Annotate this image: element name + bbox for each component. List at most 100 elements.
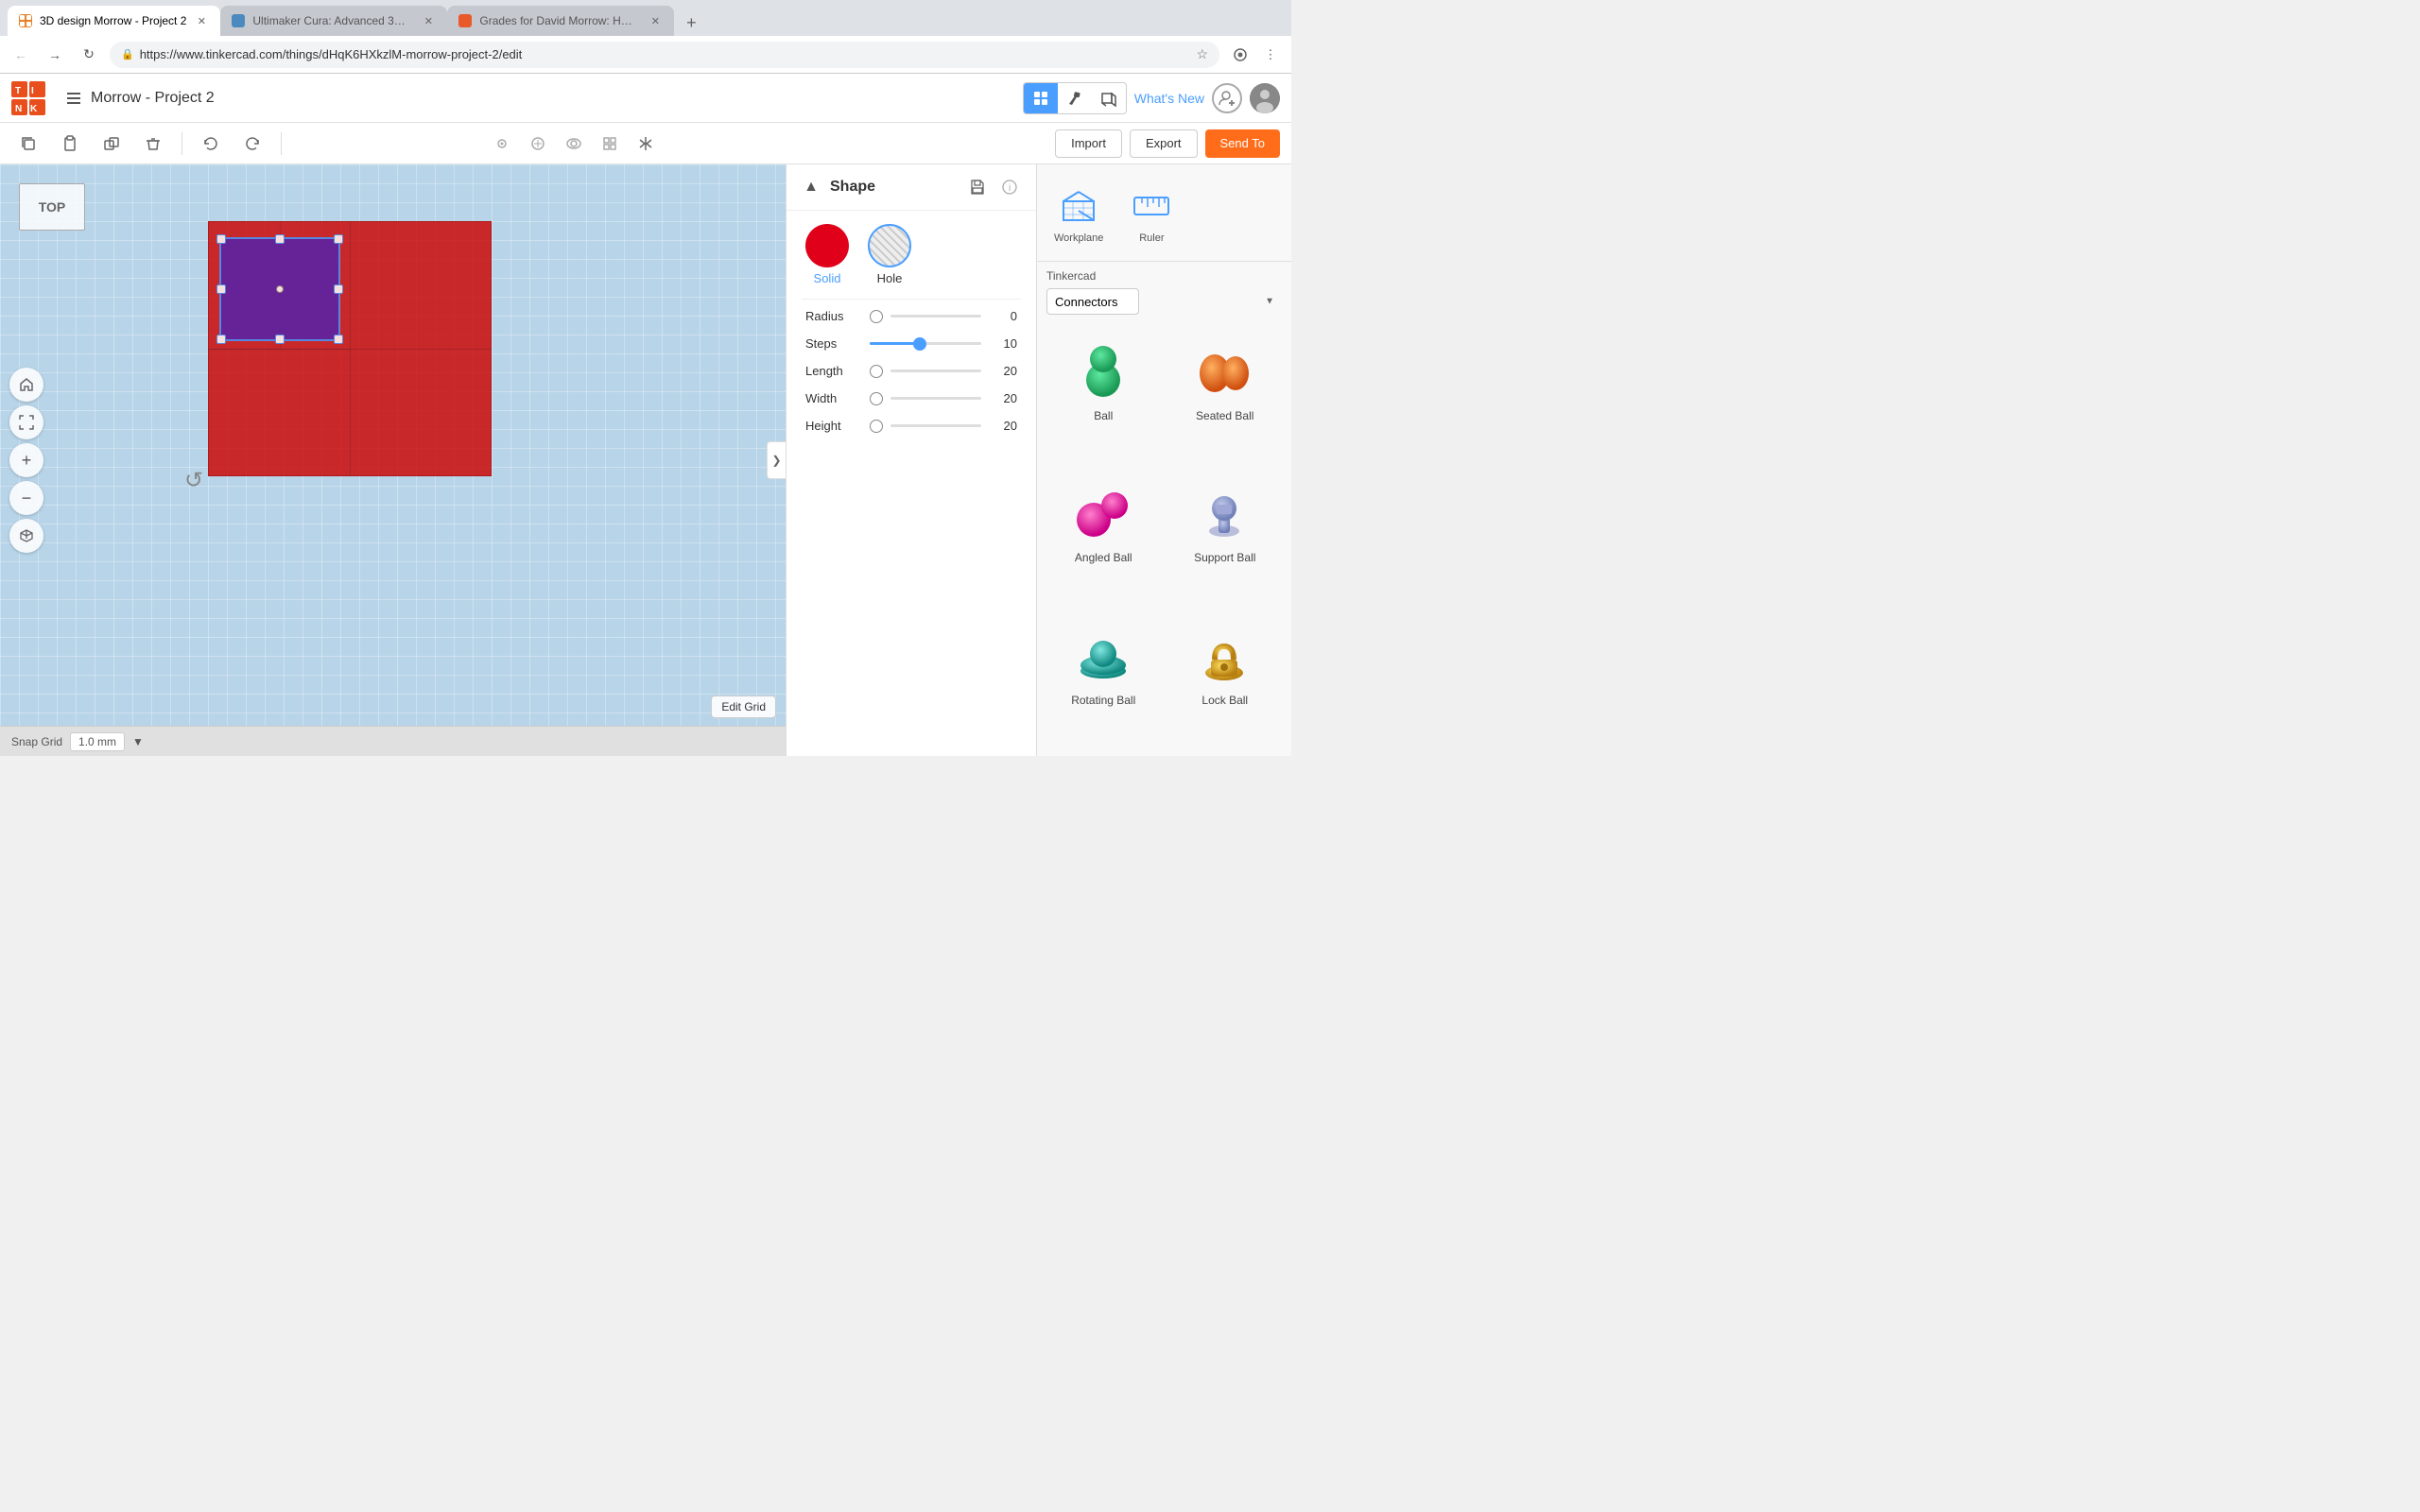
mirror-tool-button[interactable] <box>630 128 662 160</box>
hammer-view-button[interactable] <box>1058 83 1092 113</box>
toolbar-shape-tools <box>486 128 662 160</box>
panel-info-button[interactable]: i <box>996 174 1023 200</box>
library-select-wrapper[interactable]: Connectors Basic Shapes Featured ▼ <box>1046 288 1282 315</box>
tab-3[interactable]: Grades for David Morrow: HON... ✕ <box>447 6 674 36</box>
box-view-button[interactable] <box>1092 83 1126 113</box>
whats-new-button[interactable]: What's New <box>1127 91 1212 106</box>
selected-shape[interactable] <box>219 237 340 341</box>
handle-tr[interactable] <box>334 234 343 244</box>
svg-text:T: T <box>15 86 21 96</box>
height-circle-handle[interactable] <box>870 420 883 433</box>
width-label: Width <box>805 391 862 405</box>
snap-grid-down-icon[interactable]: ▼ <box>132 735 144 748</box>
right-sidebar: Workplane Ruler <box>1036 164 1291 756</box>
add-user-button[interactable] <box>1212 83 1242 113</box>
duplicate-button[interactable] <box>95 127 129 161</box>
radius-track[interactable] <box>890 315 981 318</box>
tab-1-close[interactable]: ✕ <box>194 13 209 28</box>
shape-tool-2[interactable] <box>558 128 590 160</box>
tinkercad-logo[interactable]: T I N K <box>11 81 45 115</box>
import-button[interactable]: Import <box>1055 129 1122 158</box>
rotating-ball-item[interactable]: Rotating Ball <box>1046 614 1161 748</box>
forward-button[interactable]: → <box>42 42 68 68</box>
shape-params: Radius 0 Steps <box>786 300 1036 442</box>
export-button[interactable]: Export <box>1130 129 1198 158</box>
panel-save-button[interactable] <box>964 174 991 200</box>
panel-expand-button[interactable]: ❯ <box>767 441 786 479</box>
ruler-tool[interactable]: Ruler <box>1120 174 1183 251</box>
angled-ball-item[interactable]: Angled Ball <box>1046 472 1161 606</box>
handle-bm[interactable] <box>275 335 285 344</box>
bookmark-icon[interactable]: ☆ <box>1196 46 1208 62</box>
radius-control[interactable] <box>870 310 981 323</box>
panel-collapse-button[interactable]: ▲ <box>800 176 822 198</box>
url-box[interactable]: 🔒 https://www.tinkercad.com/things/dHqK6… <box>110 42 1219 68</box>
length-control[interactable] <box>870 365 981 378</box>
handle-tm[interactable] <box>275 234 285 244</box>
reload-button[interactable]: ↻ <box>76 42 102 68</box>
undo-button[interactable] <box>194 127 228 161</box>
width-track[interactable] <box>890 397 981 400</box>
height-control[interactable] <box>870 420 981 433</box>
user-avatar[interactable] <box>1250 83 1280 113</box>
steps-control[interactable] <box>870 342 981 345</box>
library-category-select[interactable]: Connectors Basic Shapes Featured <box>1046 288 1139 315</box>
steps-track[interactable] <box>870 342 981 345</box>
copy-button[interactable] <box>11 127 45 161</box>
extensions-button[interactable] <box>1227 42 1253 68</box>
back-button[interactable]: ← <box>8 42 34 68</box>
menu-button[interactable]: ⋮ <box>1257 42 1284 68</box>
tab-bar: 3D design Morrow - Project 2 ✕ Ultimaker… <box>0 0 1291 36</box>
edit-grid-button[interactable]: Edit Grid <box>711 696 776 718</box>
canvas-area[interactable]: TOP + − ↺ <box>0 164 1036 756</box>
height-param: Height 20 <box>805 419 1017 433</box>
width-value: 20 <box>989 391 1017 405</box>
tab-2-close[interactable]: ✕ <box>421 13 436 28</box>
tab-3-close[interactable]: ✕ <box>648 13 663 28</box>
light-tool-button[interactable] <box>486 128 518 160</box>
solid-option[interactable]: Solid <box>805 224 849 285</box>
snap-grid-value[interactable]: 1.0 mm <box>70 732 125 751</box>
steps-thumb[interactable] <box>913 337 926 351</box>
url-text: https://www.tinkercad.com/things/dHqK6HX… <box>140 47 1191 61</box>
shape-tool-1[interactable] <box>522 128 554 160</box>
library-source: Tinkercad <box>1046 269 1096 283</box>
tab-1[interactable]: 3D design Morrow - Project 2 ✕ <box>8 6 220 36</box>
browser-actions: ⋮ <box>1227 42 1284 68</box>
width-circle-handle[interactable] <box>870 392 883 405</box>
support-ball-thumbnail <box>1192 479 1258 545</box>
radius-circle-handle[interactable] <box>870 310 883 323</box>
height-track[interactable] <box>890 424 981 427</box>
length-track[interactable] <box>890 369 981 372</box>
handle-bl[interactable] <box>216 335 226 344</box>
width-control[interactable] <box>870 392 981 405</box>
redo-button[interactable] <box>235 127 269 161</box>
ball-thumbnail <box>1070 337 1136 404</box>
height-label: Height <box>805 419 862 433</box>
menu-list-button[interactable] <box>57 81 91 115</box>
workplane-tool[interactable]: Workplane <box>1046 174 1111 251</box>
ball-item[interactable]: Ball <box>1046 330 1161 464</box>
snap-grid-label: Snap Grid <box>11 735 62 748</box>
seated-ball-item[interactable]: Seated Ball <box>1168 330 1283 464</box>
tab-2[interactable]: Ultimaker Cura: Advanced 3D P... ✕ <box>220 6 447 36</box>
length-circle-handle[interactable] <box>870 365 883 378</box>
handle-mr[interactable] <box>334 284 343 294</box>
new-tab-button[interactable]: + <box>678 9 704 36</box>
handle-ml[interactable] <box>216 284 226 294</box>
support-ball-item[interactable]: Support Ball <box>1168 472 1283 606</box>
delete-button[interactable] <box>136 127 170 161</box>
angled-ball-thumbnail <box>1070 479 1136 545</box>
solid-label: Solid <box>814 271 841 285</box>
view-toggle-group <box>1023 82 1127 114</box>
ruler-icon <box>1128 181 1175 229</box>
paste-button[interactable] <box>53 127 87 161</box>
send-to-button[interactable]: Send To <box>1205 129 1280 158</box>
grid-view-button[interactable] <box>1024 83 1058 113</box>
lock-ball-item[interactable]: Lock Ball <box>1168 614 1283 748</box>
tab-3-favicon <box>458 14 472 27</box>
handle-tl[interactable] <box>216 234 226 244</box>
shape-tool-3[interactable] <box>594 128 626 160</box>
hole-option[interactable]: Hole <box>868 224 911 285</box>
seated-ball-thumbnail <box>1192 337 1258 404</box>
